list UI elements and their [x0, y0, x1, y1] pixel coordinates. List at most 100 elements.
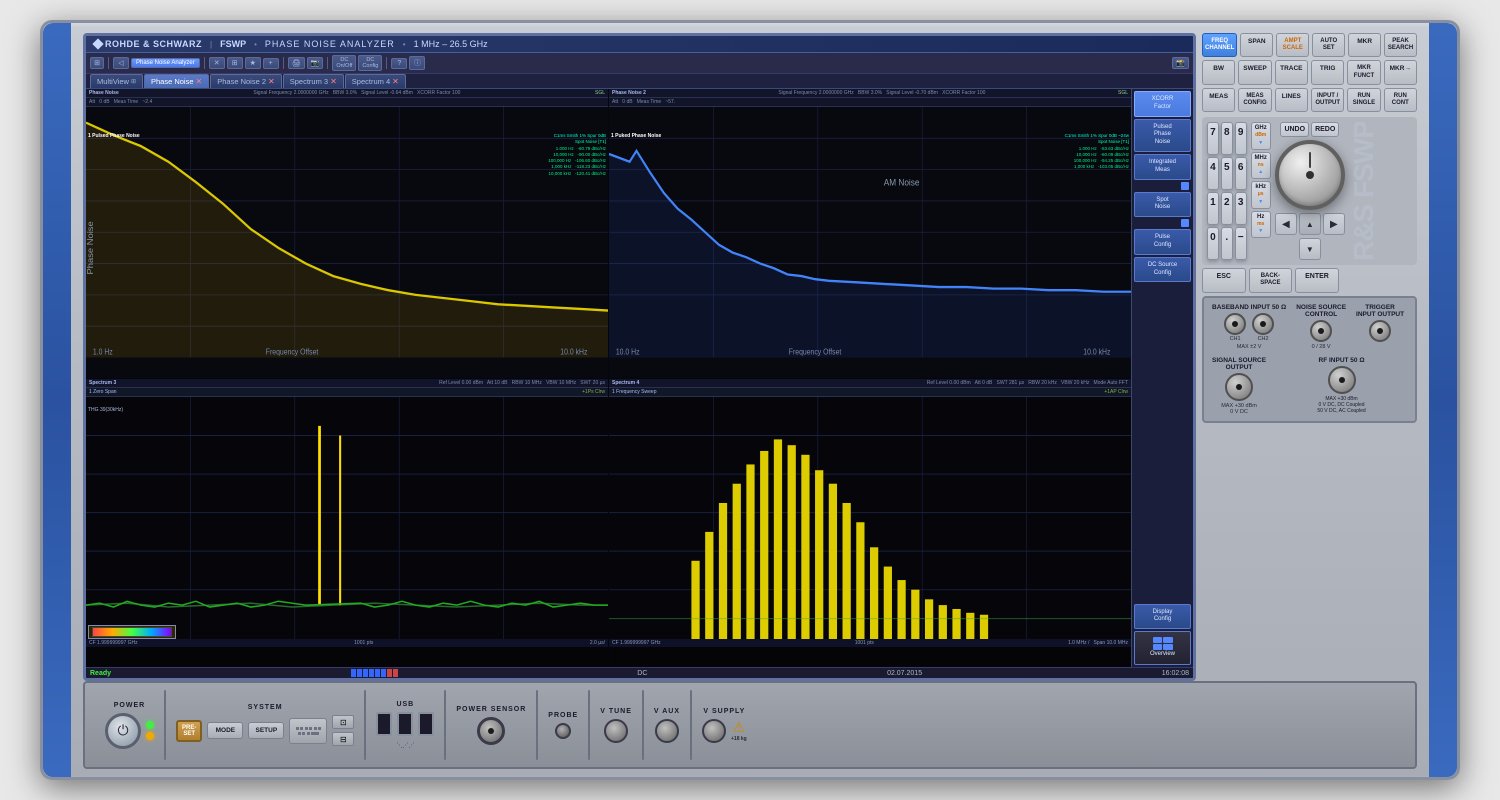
btn-mkr-arrow[interactable]: MKR→: [1384, 60, 1417, 84]
unit-btn-khz[interactable]: kHzµs▼: [1251, 181, 1271, 209]
btn-esc[interactable]: ESC: [1202, 268, 1246, 292]
softkey-pulse-config[interactable]: PulseConfig: [1134, 229, 1191, 255]
softkey-spot-noise[interactable]: SpotNoise: [1134, 192, 1191, 218]
num-btn-3[interactable]: 3: [1235, 192, 1247, 225]
btn-backspace[interactable]: BACK-SPACE: [1249, 268, 1293, 292]
tab-spectrum3-close[interactable]: ✕: [330, 77, 337, 86]
toolbar-help[interactable]: ?: [391, 58, 407, 69]
num-btn-minus[interactable]: −: [1235, 227, 1247, 260]
tab-spectrum4-close[interactable]: ✕: [392, 77, 399, 86]
softkey-overview[interactable]: Overview: [1134, 631, 1191, 665]
btn-power[interactable]: ⏻: [105, 713, 141, 749]
usb-port-1[interactable]: [376, 712, 392, 736]
toolbar-info[interactable]: ⓘ: [409, 56, 425, 70]
softkey-display-config[interactable]: DisplayConfig: [1134, 604, 1191, 630]
btn-trig[interactable]: TRIG: [1311, 60, 1344, 84]
pulsed-phase-noise-label: 1 Pulsed Phase Noise: [88, 133, 140, 139]
btn-arrow-down[interactable]: ▼: [1299, 238, 1321, 260]
tab-phase-noise-1[interactable]: Phase Noise ✕: [144, 74, 209, 88]
tab-spectrum-3[interactable]: Spectrum 3 ✕: [283, 74, 344, 88]
toolbar-camera[interactable]: 📸: [1172, 57, 1189, 69]
btn-lines[interactable]: LINES: [1275, 88, 1308, 112]
tab-multiview[interactable]: MultiView ⊞: [90, 74, 143, 88]
toolbar-close[interactable]: ✕: [209, 57, 225, 69]
num-btn-2[interactable]: 2: [1221, 192, 1233, 225]
tab-spectrum-4[interactable]: Spectrum 4 ✕: [345, 74, 406, 88]
usb-port-2[interactable]: [397, 712, 413, 736]
btn-arrow-left[interactable]: ◀: [1275, 213, 1297, 235]
num-btn-dot[interactable]: .: [1221, 227, 1233, 260]
btn-preset[interactable]: PRE-SET: [176, 720, 202, 742]
btn-run-cont[interactable]: RUNCONT: [1384, 88, 1417, 112]
btn-enter[interactable]: ENTER: [1295, 268, 1339, 292]
btn-trace[interactable]: TRACE: [1275, 60, 1308, 84]
tab-phase1-close[interactable]: ✕: [196, 77, 203, 86]
btn-run-single[interactable]: RUNSINGLE: [1347, 88, 1380, 112]
btn-span[interactable]: SPAN: [1240, 33, 1273, 57]
btn-freq-channel[interactable]: FREQCHANNEL: [1202, 33, 1237, 57]
btn-meas[interactable]: MEAS: [1202, 88, 1235, 112]
screen-capture-btns: ⊡ ⊟: [332, 715, 354, 746]
softkey-xcorr[interactable]: XCORRFactor: [1134, 91, 1191, 117]
toolbar-snapshot[interactable]: 📷: [307, 57, 324, 69]
unit-btn-hz[interactable]: Hzms▼: [1251, 211, 1271, 239]
toolbar-sep-5: [386, 57, 387, 69]
btn-sweep[interactable]: SWEEP: [1238, 60, 1271, 84]
fp-vsupply-label: V SUPPLY: [703, 708, 745, 715]
btn-arrow-up-center[interactable]: ▲: [1299, 213, 1321, 235]
btn-input-output[interactable]: INPUT /OUTPUT: [1311, 88, 1344, 112]
btn-peak-search[interactable]: PEAKSEARCH: [1384, 33, 1417, 57]
toolbar-grid[interactable]: ⊞: [227, 57, 243, 69]
num-btn-1[interactable]: 1: [1207, 192, 1219, 225]
usb-port-3[interactable]: [418, 712, 434, 736]
num-btn-7[interactable]: 7: [1207, 122, 1219, 155]
btn-auto-set[interactable]: AUTOSET: [1312, 33, 1345, 57]
btn-undo[interactable]: UNDO: [1280, 122, 1309, 137]
btn-setup[interactable]: SETUP: [248, 722, 284, 739]
windows-icon[interactable]: ⊞: [90, 57, 104, 69]
toolbar-print[interactable]: 🖨: [288, 57, 305, 69]
unit-keys: GHzdBm▼ MHzns▲ kHzµs▼ Hzms▼: [1251, 122, 1271, 260]
chart-spec3-info2: 1 Zero Span +1Ps Clrw: [86, 388, 608, 397]
num-btn-4[interactable]: 4: [1207, 157, 1219, 190]
num-btn-9[interactable]: 9: [1235, 122, 1247, 155]
toolbar-config[interactable]: DCConfig: [358, 55, 382, 71]
num-btn-5[interactable]: 5: [1221, 157, 1233, 190]
toolbar-back[interactable]: ◁: [113, 57, 129, 69]
indicator-dot-2: [1181, 219, 1189, 227]
btn-arrow-right[interactable]: ▶: [1323, 213, 1345, 235]
softkey-integrated[interactable]: IntegratedMeas: [1134, 154, 1191, 180]
btn-keyboard[interactable]: [289, 718, 327, 744]
btn-mkr-funct[interactable]: MKRFUNCT: [1347, 60, 1380, 84]
num-btn-6[interactable]: 6: [1235, 157, 1247, 190]
btn-mode[interactable]: MODE: [207, 722, 243, 739]
spec3-footer: CF 1.999999997 GHz 1001 pts 2.0 µs/: [86, 639, 608, 647]
toolbar-star[interactable]: ★: [245, 57, 261, 69]
softkey-dc-source[interactable]: DC SourceConfig: [1134, 257, 1191, 283]
unit-btn-ghz[interactable]: GHzdBm▼: [1251, 122, 1271, 150]
num-btn-8[interactable]: 8: [1221, 122, 1233, 155]
btn-bw[interactable]: BW: [1202, 60, 1235, 84]
status-bar-4: [369, 669, 374, 677]
spec3-cf: CF 1.999999997 GHz: [89, 640, 138, 646]
btn-ampt-scale[interactable]: AMPTSCALE: [1276, 33, 1309, 57]
btn-mkr[interactable]: MKR: [1348, 33, 1381, 57]
rf-input-label: RF INPUT 50 Ω: [1319, 357, 1365, 364]
btn-redo[interactable]: REDO: [1311, 122, 1339, 137]
unit-btn-mhz[interactable]: MHzns▲: [1251, 152, 1271, 180]
svg-text:10.0 Hz: 10.0 Hz: [616, 347, 640, 357]
num-btn-0[interactable]: 0: [1207, 227, 1219, 260]
btn-screen-cap-2[interactable]: ⊟: [332, 732, 354, 746]
softkey-pulsed[interactable]: PulsedPhaseNoise: [1134, 119, 1191, 152]
tab-phase-noise-2[interactable]: Phase Noise 2 ✕: [210, 74, 281, 88]
btn-screen-cap-1[interactable]: ⊡: [332, 715, 354, 729]
rotary-knob[interactable]: [1275, 140, 1345, 210]
tab-phase2-close[interactable]: ✕: [268, 77, 275, 86]
toolbar-dc[interactable]: DCOn/Off: [332, 55, 356, 71]
btn-meas-config[interactable]: MEASCONFIG: [1238, 88, 1271, 112]
toolbar-add[interactable]: +: [263, 58, 279, 69]
noise-source-connector: [1310, 320, 1332, 342]
toolbar-phase-noise-active[interactable]: Phase Noise Analyzer: [131, 58, 200, 68]
pulsed-phase-noise-2-label: 1 Puked Phase Noise: [611, 133, 661, 139]
chart-spec3-extra: +1Ps Clrw: [582, 389, 605, 395]
